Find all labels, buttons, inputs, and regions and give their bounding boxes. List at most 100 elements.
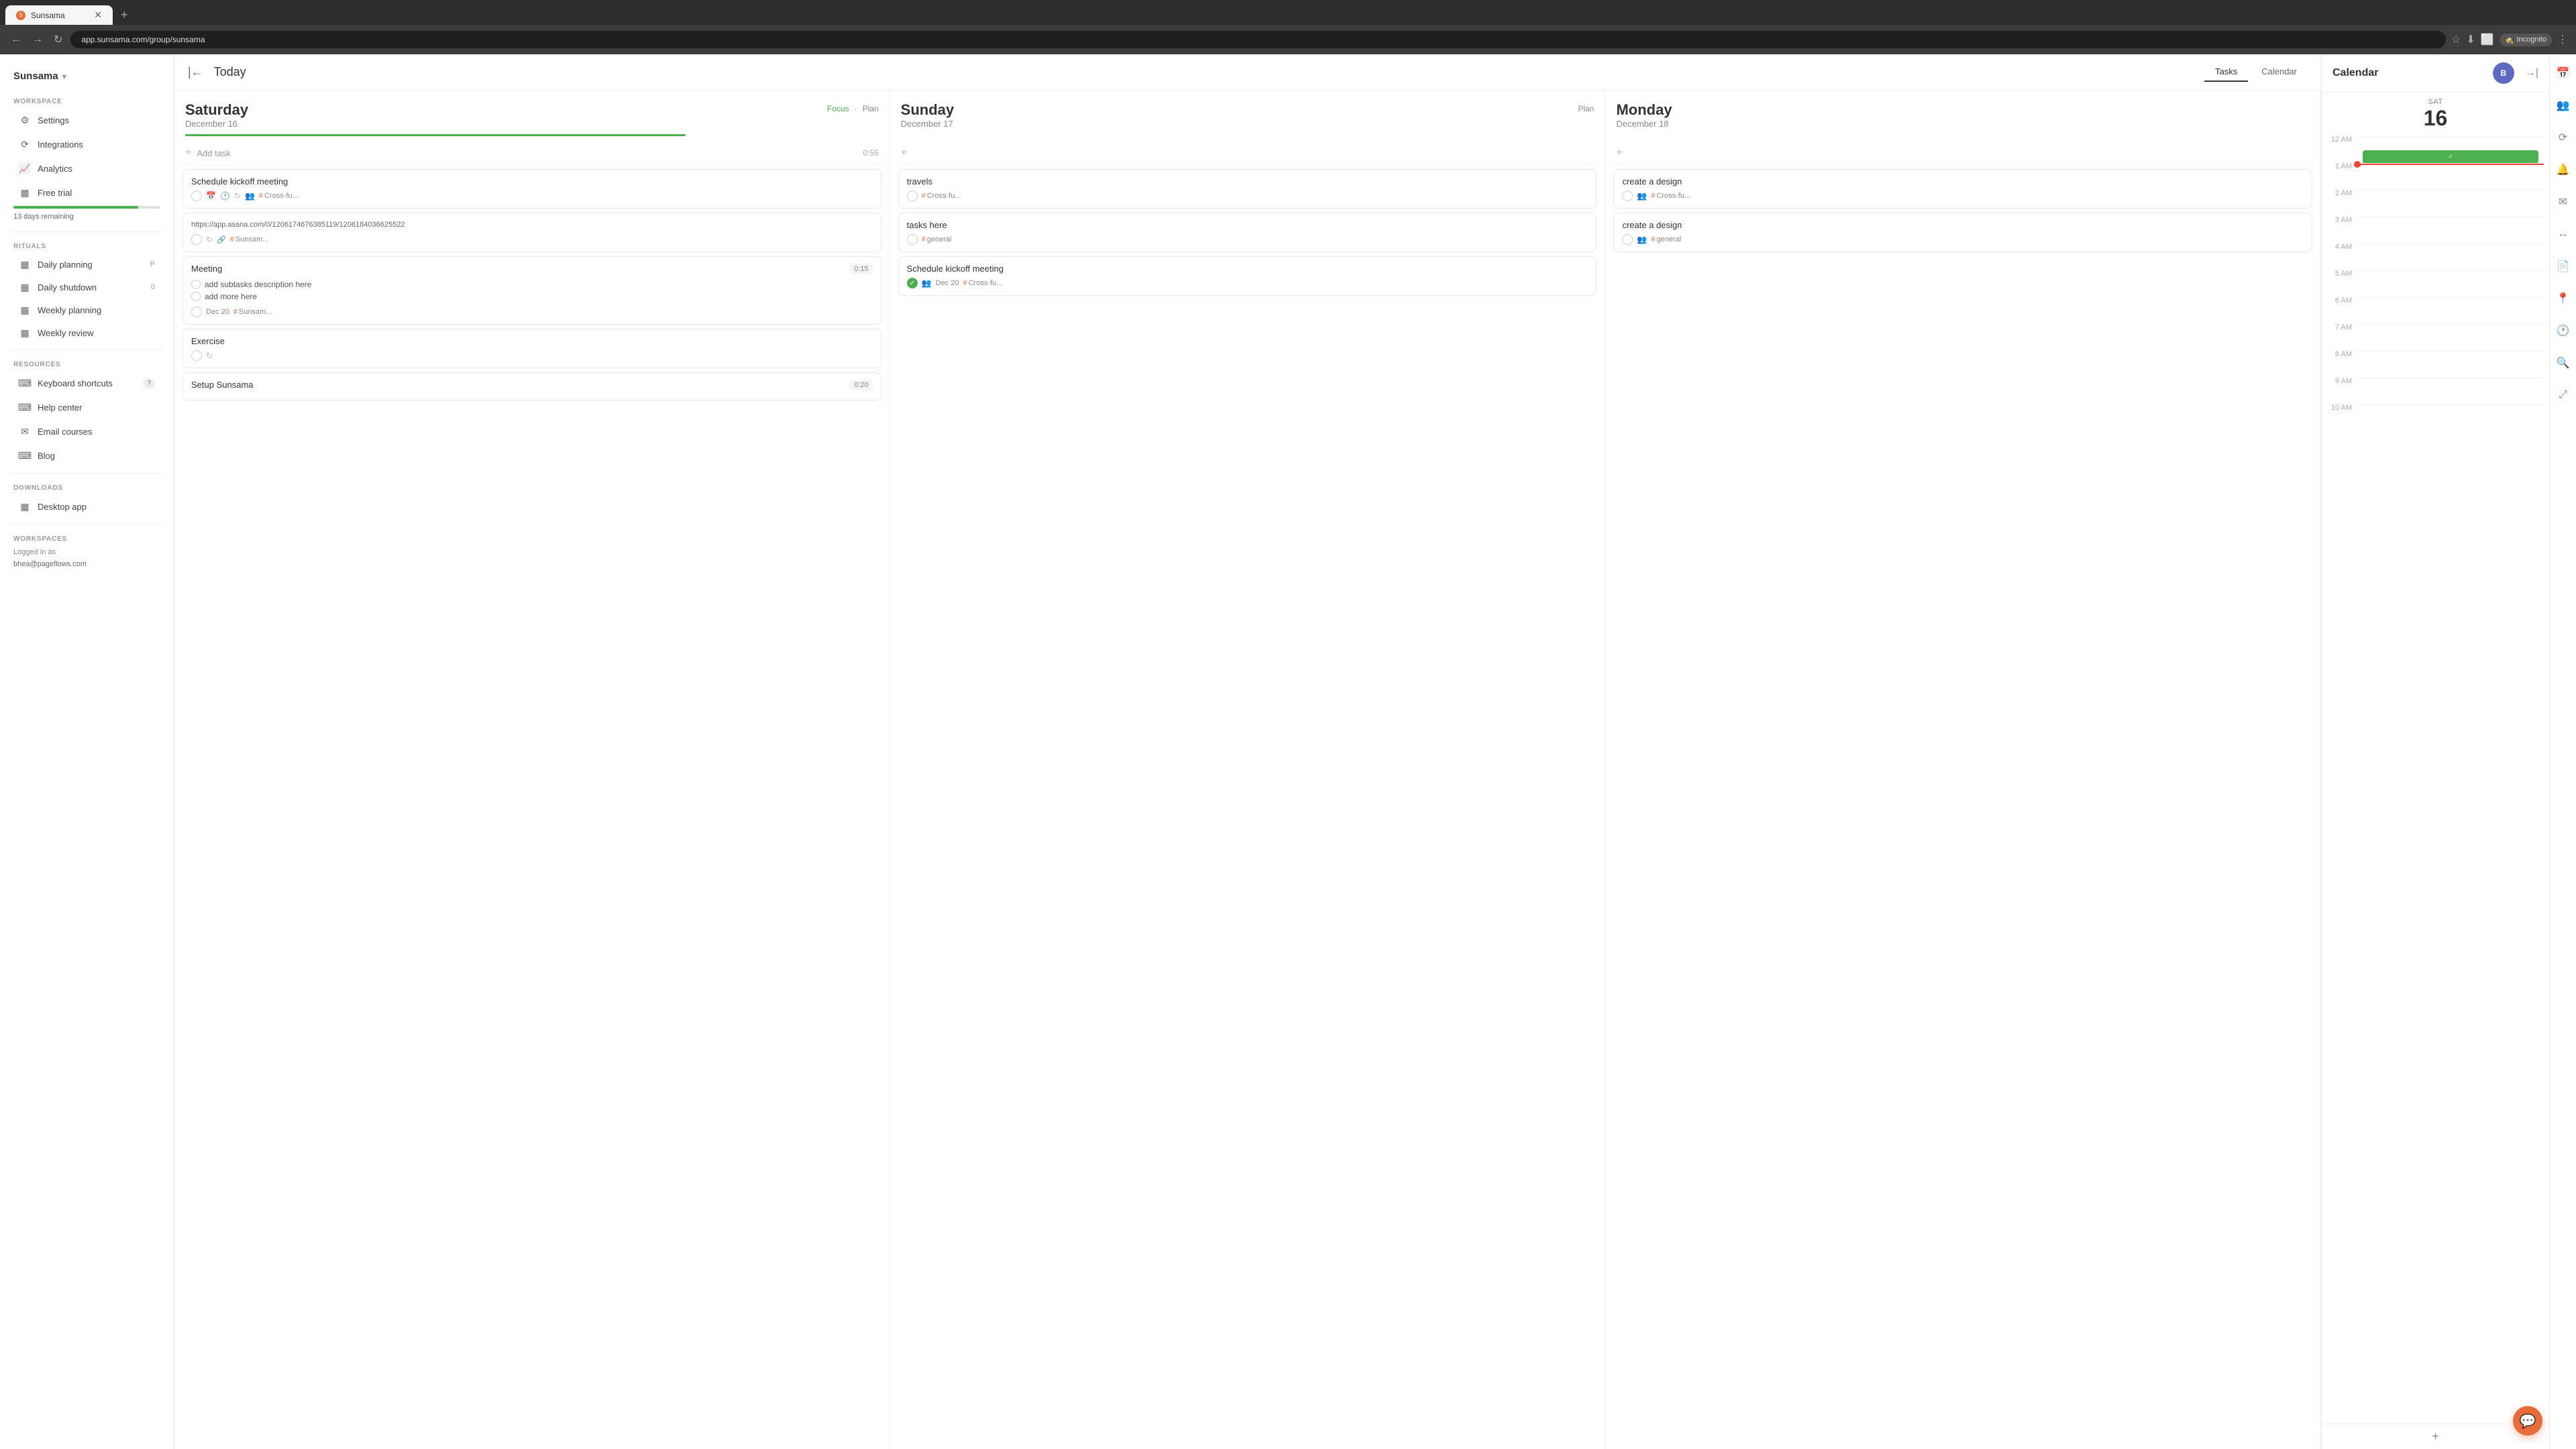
sidebar-item-keyboard-shortcuts[interactable]: ⌨ Keyboard shortcuts ?	[5, 372, 168, 394]
sidebar-item-analytics[interactable]: 📈 Analytics	[5, 157, 168, 180]
subtask-1-label: add subtasks description here	[205, 280, 311, 289]
task-tasks-here-tag: # general	[922, 235, 952, 244]
task-check-monday-2[interactable]	[1622, 234, 1633, 245]
time-line-6am	[2357, 297, 2544, 324]
task-check-travels[interactable]	[907, 191, 918, 201]
rs-mail-icon[interactable]: ✉	[2553, 191, 2574, 213]
sidebar-item-integrations[interactable]: ⟳ Integrations	[5, 133, 168, 156]
bookmark-icon[interactable]: ☆	[2451, 33, 2461, 46]
saturday-progress	[185, 134, 686, 136]
time-line-7am	[2357, 324, 2544, 351]
sidebar-item-weekly-review[interactable]: ▦ Weekly review	[5, 322, 168, 343]
day-column-saturday: Saturday December 16 Focus · Plan +	[174, 91, 890, 1449]
rs-location-icon[interactable]: 📍	[2553, 288, 2574, 309]
add-icon-sunday: +	[901, 147, 907, 159]
task-travels-header: travels	[907, 176, 1589, 186]
task-schedule-kickoff-header: Schedule kickoff meeting	[191, 176, 873, 186]
new-tab-button[interactable]: +	[115, 5, 133, 25]
rs-document-icon[interactable]: 📄	[2553, 256, 2574, 277]
sunday-plan-button[interactable]: Plan	[1578, 104, 1594, 113]
rs-notification-icon[interactable]: 🔔	[2553, 159, 2574, 180]
sidebar-item-settings[interactable]: ⚙ Settings	[5, 109, 168, 131]
user-avatar: B	[2493, 62, 2514, 84]
time-label-12am: 12 AM	[2327, 136, 2357, 144]
back-to-start-button[interactable]: |←	[188, 65, 203, 79]
rs-history-icon[interactable]: 🕐	[2553, 320, 2574, 341]
monday-name: Monday	[1616, 101, 2310, 119]
monday-add-task[interactable]: +	[1613, 142, 2312, 165]
task-meeting-subtasks: add subtasks description here add more h…	[191, 278, 873, 303]
help-badge: ?	[143, 378, 155, 388]
brand[interactable]: Sunsama ▾	[0, 65, 174, 93]
saturday-focus-button[interactable]: Focus	[827, 104, 849, 113]
chat-fab-button[interactable]: 💬	[2513, 1406, 2542, 1436]
task-check-tasks-here[interactable]	[907, 234, 918, 245]
saturday-plan-button[interactable]: Plan	[863, 104, 879, 113]
task-check-2[interactable]	[191, 234, 202, 245]
task-card-meeting[interactable]: Meeting 0:15 add subtasks description he…	[182, 256, 881, 325]
forward-button[interactable]: →	[30, 31, 46, 48]
download-icon[interactable]: ⬇	[2466, 33, 2475, 46]
add-icon-monday: +	[1616, 147, 1622, 159]
task-card-setup-sunsama[interactable]: Setup Sunsama 0:20	[182, 372, 881, 400]
rs-calendar-icon[interactable]: 📅	[2553, 62, 2574, 84]
toggle-sidebar-button[interactable]: →|	[2525, 67, 2538, 79]
task-card-monday-design-1[interactable]: create a design 👥 # Cross-fu...	[1613, 169, 2312, 209]
task-card-exercise[interactable]: Exercise ↻	[182, 329, 881, 368]
time-row-6am: 6 AM	[2327, 297, 2544, 324]
browser-chrome: S Sunsama ✕ + ← → ↻ app.sunsama.com/grou…	[0, 0, 2576, 54]
sunday-actions: Plan	[1578, 104, 1594, 113]
sidebar-item-daily-planning[interactable]: ▦ Daily planning P	[5, 254, 168, 275]
sidebar-item-help-center[interactable]: ⌨ Help center	[5, 396, 168, 419]
tab-tasks[interactable]: Tasks	[2204, 62, 2248, 82]
rs-sync-icon[interactable]: ↔	[2553, 223, 2574, 245]
task-check-sunday-kickoff[interactable]: ✓	[907, 278, 918, 288]
subtask-check-2[interactable]	[191, 292, 201, 301]
task-card-schedule-kickoff[interactable]: Schedule kickoff meeting 📅 🕐 ↻ 👥 # Cross…	[182, 169, 881, 209]
task-schedule-kickoff-meta: 📅 🕐 ↻ 👥 # Cross-fu...	[191, 191, 873, 201]
sidebar-item-desktop-app[interactable]: ▦ Desktop app	[5, 495, 168, 518]
tab-favicon: S	[16, 11, 25, 20]
extension-icon[interactable]: ⬜	[2481, 33, 2494, 46]
tab-calendar[interactable]: Calendar	[2251, 62, 2308, 82]
task-card-monday-design-2[interactable]: create a design 👥 # general	[1613, 213, 2312, 252]
refresh-button[interactable]: ↻	[51, 30, 65, 49]
sidebar: Sunsama ▾ WORKSPACE ⚙ Settings ⟳ Integra…	[0, 54, 174, 1449]
subtask-check-1[interactable]	[191, 280, 201, 289]
sidebar-item-free-trial[interactable]: ▦ Free trial	[5, 181, 168, 204]
sidebar-item-email-courses[interactable]: ✉ Email courses	[5, 420, 168, 443]
sunday-add-task[interactable]: +	[898, 142, 1597, 165]
add-event-icon[interactable]: +	[2432, 1430, 2439, 1444]
rs-expand-icon[interactable]: ⤢	[2553, 384, 2574, 406]
saturday-add-task[interactable]: + Add task 0:55	[182, 142, 881, 165]
menu-icon[interactable]: ⋮	[2557, 33, 2568, 46]
task-exercise-header: Exercise	[191, 336, 873, 346]
free-trial-icon: ▦	[19, 186, 31, 199]
task-check-1[interactable]	[191, 191, 202, 201]
back-button[interactable]: ←	[8, 31, 24, 48]
address-bar[interactable]: app.sunsama.com/group/sunsama	[70, 31, 2446, 48]
divider-4	[11, 524, 163, 525]
task-card-url[interactable]: https://app.asana.com/0/1206174676385119…	[182, 213, 881, 252]
task-check-meeting[interactable]	[191, 307, 202, 317]
task-check-exercise[interactable]	[191, 350, 202, 361]
task-card-sunday-kickoff[interactable]: Schedule kickoff meeting ✓ 👥 Dec 20 # Cr…	[898, 256, 1597, 296]
tab-close-button[interactable]: ✕	[94, 9, 102, 21]
rs-refresh-icon[interactable]: ⟳	[2553, 127, 2574, 148]
sidebar-item-daily-shutdown[interactable]: ▦ Daily shutdown 0	[5, 276, 168, 298]
rs-people-icon[interactable]: 👥	[2553, 95, 2574, 116]
browser-tab-sunsama[interactable]: S Sunsama ✕	[5, 5, 113, 25]
workspace-section-label: WORKSPACE	[0, 93, 174, 108]
incognito-badge: 🕵 Incognito	[2500, 34, 2552, 46]
sidebar-item-weekly-planning[interactable]: ▦ Weekly planning	[5, 299, 168, 321]
rs-search-icon[interactable]: 🔍	[2553, 352, 2574, 374]
task-card-tasks-here[interactable]: tasks here # general	[898, 213, 1597, 252]
time-row-9am: 9 AM	[2327, 378, 2544, 405]
today-label[interactable]: Today	[214, 65, 246, 79]
task-card-travels[interactable]: travels # Cross-fu...	[898, 169, 1597, 209]
task-travels-title: travels	[907, 176, 1589, 186]
sunday-tasks: + travels # Cross-fu... tasks he	[890, 142, 1605, 1449]
sidebar-item-blog[interactable]: ⌨ Blog	[5, 444, 168, 467]
task-sunday-kickoff-meta: ✓ 👥 Dec 20 # Cross-fu...	[907, 278, 1589, 288]
task-check-monday-1[interactable]	[1622, 191, 1633, 201]
